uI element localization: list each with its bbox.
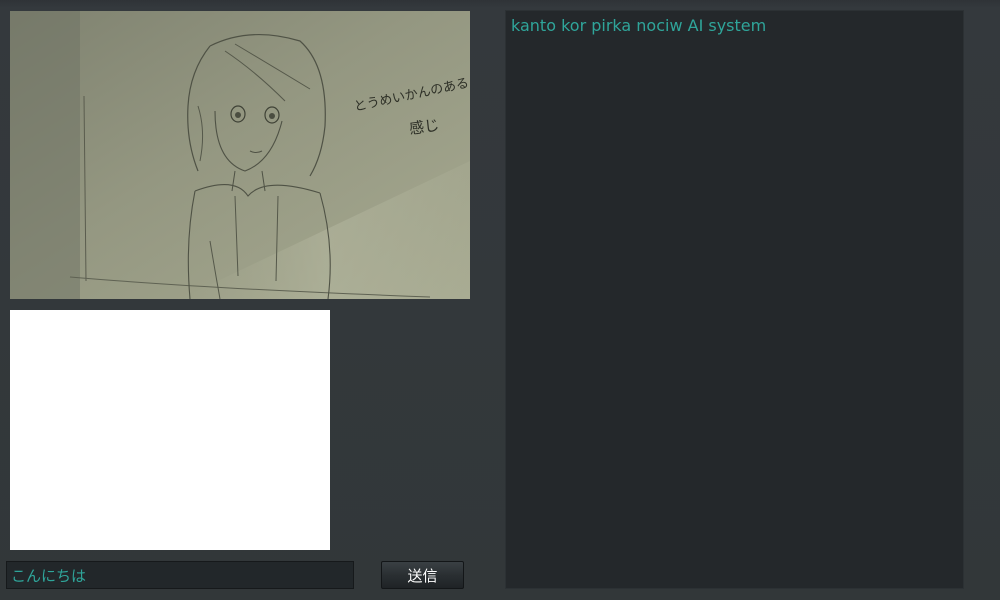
drawing-canvas[interactable] bbox=[10, 310, 330, 550]
send-button[interactable]: 送信 bbox=[381, 561, 464, 589]
sketch-photo: とうめいかんのある 感じ bbox=[10, 11, 470, 299]
camera-photo-panel: とうめいかんのある 感じ bbox=[10, 11, 470, 299]
app-window: { "output": { "title": "kanto kor pirka … bbox=[0, 0, 1000, 600]
message-input[interactable] bbox=[6, 561, 354, 589]
response-panel[interactable]: kanto kor pirka nociw AI system bbox=[505, 10, 964, 589]
response-title: kanto kor pirka nociw AI system bbox=[511, 16, 767, 35]
